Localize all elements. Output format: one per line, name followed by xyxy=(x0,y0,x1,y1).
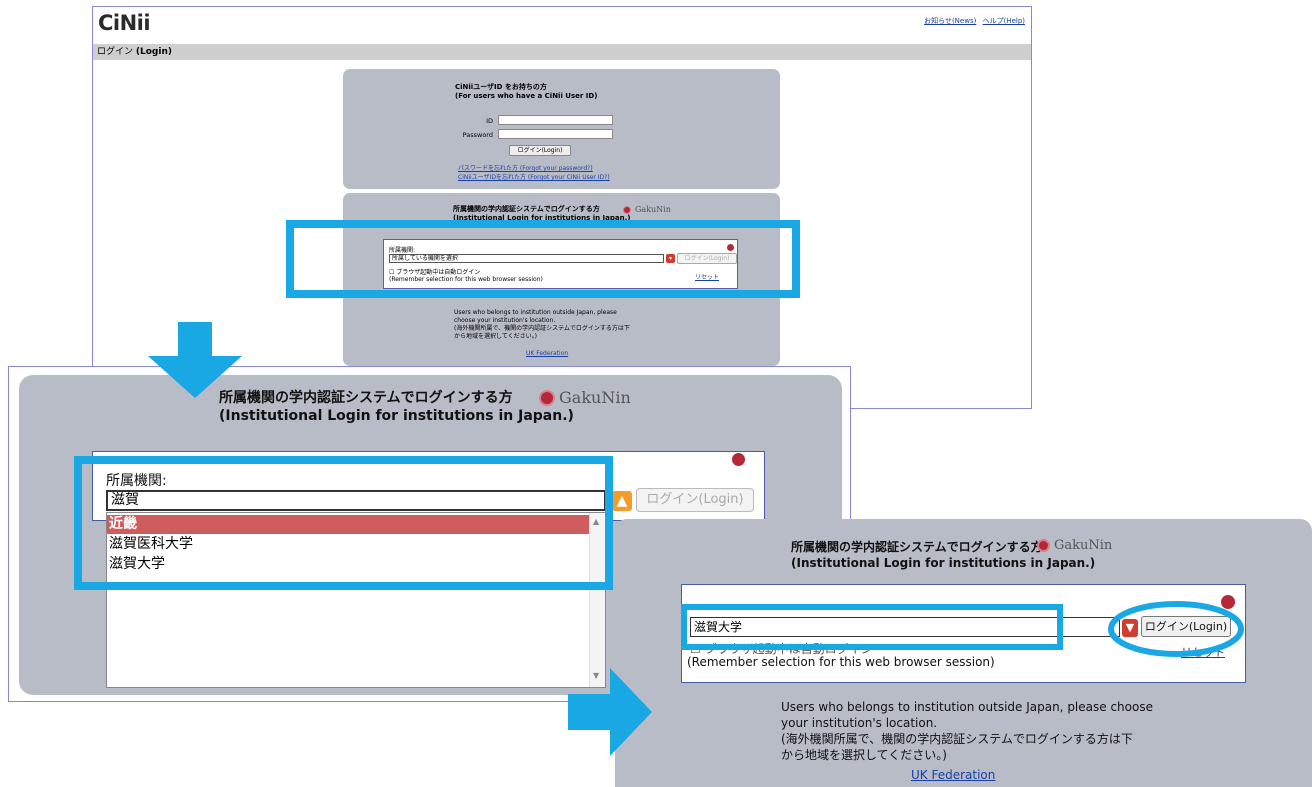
ciniid-title: CiNiiユーザID をお持ちの方 (For users who have a … xyxy=(455,83,597,101)
dropdown-toggle-icon[interactable]: ▲ xyxy=(612,491,632,511)
ciniid-title-en: (For users who have a CiNii User ID) xyxy=(455,92,598,100)
gakunin-logo: GakuNin xyxy=(623,205,671,214)
outside-japan-en-line2: your institution's location. xyxy=(781,716,938,730)
ciniid-login-button[interactable]: ログイン(Login) xyxy=(509,145,571,156)
gakunin-text: GakuNin xyxy=(635,205,671,214)
help-link[interactable]: ヘルプ(Help) xyxy=(983,17,1025,25)
outside-japan-en: Users who belongs to institution outside… xyxy=(454,309,617,324)
outside-japan-text: Users who belongs to institution outside… xyxy=(781,699,1153,763)
zoom-title-ja: 所属機関の学内認証システムでログインする方 xyxy=(219,390,513,406)
outside-japan-ja-line2: から地域を選択してください。) xyxy=(781,748,947,762)
gakunin-logo: GakuNin xyxy=(1037,538,1112,553)
cinii-logo[interactable]: CiNii xyxy=(98,11,151,35)
forgot-password-link[interactable]: パスワードを忘れた方 (Forgot your password?) xyxy=(458,163,593,172)
ciniid-title-ja: CiNiiユーザID をお持ちの方 xyxy=(455,83,547,91)
gakunin-text: GakuNin xyxy=(1054,538,1113,553)
news-link[interactable]: お知らせ(News) xyxy=(924,17,976,25)
uk-federation-link[interactable]: UK Federation xyxy=(911,768,995,782)
password-field[interactable] xyxy=(498,129,613,139)
selected-title-en: (Institutional Login for institutions in… xyxy=(791,556,1096,570)
zoom-title: 所属機関の学内認証システムでログインする方 (Institutional Log… xyxy=(219,389,574,425)
highlight-box-2 xyxy=(74,456,613,590)
uk-federation-link[interactable]: UK Federation xyxy=(526,350,568,357)
gakunin-icon xyxy=(1037,539,1050,552)
institution-title-ja: 所属機関の学内認証システムでログインする方 xyxy=(453,205,600,213)
outside-japan-en-line1: Users who belongs to institution outside… xyxy=(781,700,1153,714)
institution-login-button[interactable]: ログイン(Login) xyxy=(636,488,754,512)
highlight-box-3 xyxy=(681,604,1063,650)
id-field[interactable] xyxy=(498,115,613,125)
zoom-title-en: (Institutional Login for institutions in… xyxy=(219,408,574,424)
gakunin-icon xyxy=(623,205,631,214)
login-title-ja: ログイン xyxy=(97,47,134,57)
outside-japan-ja: (海外機関所属で、機関の学内認証システムでログインする方は下から地域を選択してく… xyxy=(454,325,630,340)
outside-japan-text: Users who belongs to institution outside… xyxy=(454,309,634,341)
highlight-ellipse-login xyxy=(1108,601,1244,657)
remember-label-en: (Remember selection for this web browser… xyxy=(687,655,995,669)
gakunin-text: GakuNin xyxy=(559,388,631,407)
highlight-box-1 xyxy=(286,220,800,298)
top-links: お知らせ(News) ヘルプ(Help) xyxy=(924,16,1025,26)
login-title-bar: ログイン (Login) xyxy=(93,44,1031,60)
arrow-right-icon xyxy=(568,668,652,756)
outside-japan-ja-line1: (海外機関所属で、機関の学内認証システムでログインする方は下 xyxy=(781,732,1133,746)
gakunin-seal-icon xyxy=(732,453,745,466)
gakunin-icon xyxy=(539,389,555,406)
password-label: Password xyxy=(462,131,493,139)
arrow-down-icon xyxy=(148,322,242,398)
id-label: ID xyxy=(486,117,493,125)
forgot-id-link[interactable]: CiNiiユーザIDを忘れた方 (Forgot your CiNii User … xyxy=(458,172,610,181)
ciniid-login-panel: CiNiiユーザID をお持ちの方 (For users who have a … xyxy=(343,69,780,189)
gakunin-logo: GakuNin xyxy=(539,388,631,407)
login-title-en: (Login) xyxy=(135,47,172,57)
